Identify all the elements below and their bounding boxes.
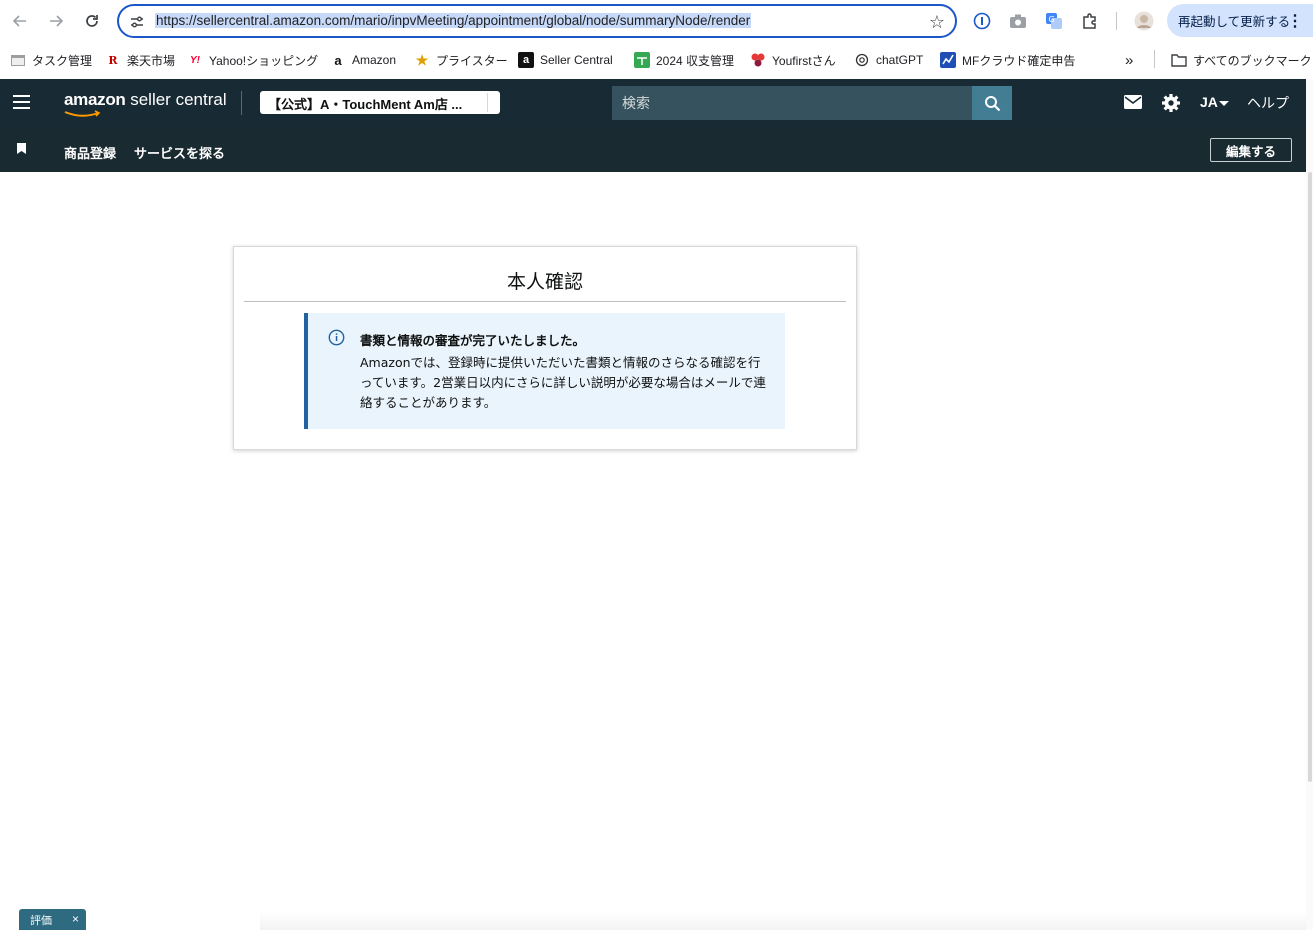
bookmark-amazon[interactable]: a Amazon xyxy=(330,51,396,69)
bottom-fade xyxy=(260,912,1306,930)
bookmarks-divider xyxy=(1154,50,1155,68)
svg-text:G: G xyxy=(1049,15,1055,24)
bookmark-yahoo[interactable]: Y! Yahoo!ショッピング xyxy=(187,51,318,69)
nav-add-product[interactable]: 商品登録 xyxy=(64,143,116,162)
gear-icon[interactable] xyxy=(1161,93,1181,113)
toolbar-divider xyxy=(1116,12,1117,30)
openai-icon xyxy=(854,52,870,68)
yahoo-icon: Y! xyxy=(190,54,200,66)
search-button[interactable] xyxy=(972,86,1012,120)
bookmark-label: プライスター xyxy=(436,53,508,68)
alert-body: Amazonでは、登録時に提供いただいた書類と情報のさらなる確認を行っています。… xyxy=(360,355,766,410)
bookmark-star-icon[interactable]: ☆ xyxy=(929,12,945,33)
back-arrow-icon[interactable] xyxy=(8,9,32,33)
info-icon xyxy=(328,329,345,346)
bookmark-mf[interactable]: MFクラウド確定申告 xyxy=(940,51,1075,69)
amazon-smile-icon xyxy=(64,110,101,117)
seller-central-logo[interactable]: amazon seller central xyxy=(64,90,227,110)
secondary-nav: 商品登録 サービスを探る 編集する xyxy=(0,127,1306,172)
alert-heading: 書類と情報の審査が完了いたしました。 xyxy=(360,333,586,348)
bookmark-task[interactable]: タスク管理 xyxy=(10,51,92,69)
search-input[interactable]: 検索 xyxy=(612,86,972,120)
bookmark-sheet[interactable]: 2024 収支管理 xyxy=(634,51,734,69)
restart-update-label: 再起動して更新する xyxy=(1178,15,1291,29)
more-vert-icon[interactable]: ⋮ xyxy=(1287,11,1303,31)
bookmarks-overflow-icon[interactable]: » xyxy=(1125,51,1133,69)
profile-avatar[interactable] xyxy=(1133,10,1155,32)
scrollbar-thumb[interactable] xyxy=(1308,172,1312,782)
nav-explore-services[interactable]: サービスを探る xyxy=(134,143,225,162)
all-bookmarks-label: すべてのブックマーク xyxy=(1193,53,1312,68)
caret-down-icon[interactable] xyxy=(1219,101,1229,106)
help-link[interactable]: ヘルプ xyxy=(1247,93,1289,113)
header-divider xyxy=(241,91,242,115)
mail-icon[interactable] xyxy=(1124,94,1142,110)
bookmark-label: 2024 収支管理 xyxy=(656,53,735,68)
star-icon: ★ xyxy=(415,51,429,68)
calendar-icon xyxy=(10,52,26,68)
seller-central-header: amazon seller central 【公式】A・TouchMent Am… xyxy=(0,79,1306,127)
address-bar[interactable]: https://sellercentral.amazon.com/mario/i… xyxy=(117,4,957,38)
bookmark-label: Youfirstさん xyxy=(772,53,836,68)
language-selector[interactable]: JA xyxy=(1200,94,1218,110)
bookmark-label: chatGPT xyxy=(876,53,924,67)
all-bookmarks-folder[interactable]: すべてのブックマーク xyxy=(1171,51,1312,69)
bookmark-label: Yahoo!ショッピング xyxy=(209,53,319,68)
menu-hamburger-icon[interactable] xyxy=(13,95,30,109)
password-manager-icon[interactable] xyxy=(971,10,993,32)
reload-icon[interactable] xyxy=(80,9,104,33)
feedback-tab[interactable]: 評価 × xyxy=(19,909,86,930)
flower-icon xyxy=(750,52,766,68)
translate-icon[interactable]: G xyxy=(1043,10,1065,32)
close-icon[interactable]: × xyxy=(72,912,79,926)
bookmark-label: 楽天市場 xyxy=(127,53,176,68)
bookmark-label: タスク管理 xyxy=(32,53,93,68)
bookmark-chatgpt[interactable]: chatGPT xyxy=(854,51,923,69)
sheets-icon xyxy=(634,52,650,68)
info-alert: 書類と情報の審査が完了いたしました。 Amazonでは、登録時に提供いただいた書… xyxy=(304,313,785,429)
camera-icon[interactable] xyxy=(1007,10,1029,32)
bookmark-pricestar[interactable]: ★ プライスター xyxy=(414,51,508,69)
bookmarks-bar: タスク管理 R 楽天市場 Y! Yahoo!ショッピング a Amazon ★ … xyxy=(0,42,1313,78)
url-text[interactable]: https://sellercentral.amazon.com/mario/i… xyxy=(155,13,752,28)
bookmark-youfirst[interactable]: Youfirstさん xyxy=(750,51,836,69)
amazon-a-icon: a xyxy=(518,52,534,68)
folder-icon xyxy=(1171,52,1187,68)
card-title: 本人確認 xyxy=(506,271,583,293)
logo-amazon-text: amazon xyxy=(64,90,126,109)
card-divider xyxy=(244,301,846,302)
bookmark-seller-central[interactable]: a Seller Central xyxy=(518,51,613,69)
site-settings-icon[interactable] xyxy=(129,14,145,30)
search-icon xyxy=(984,95,1000,111)
amazon-icon: a xyxy=(334,52,342,68)
edit-button[interactable]: 編集する xyxy=(1210,138,1292,162)
bookmark-label: Amazon xyxy=(352,53,397,67)
rakuten-icon: R xyxy=(108,53,118,67)
bookmark-label: Seller Central xyxy=(540,53,613,67)
store-selector[interactable]: 【公式】A・TouchMent Am店 ... xyxy=(260,91,500,114)
restart-update-button[interactable]: 再起動して更新する ⋮ xyxy=(1167,4,1313,37)
feedback-label: 評価 xyxy=(30,914,52,927)
bookmark-icon[interactable] xyxy=(17,143,26,154)
mf-icon xyxy=(940,52,956,68)
forward-arrow-icon[interactable] xyxy=(44,9,68,33)
browser-toolbar: https://sellercentral.amazon.com/mario/i… xyxy=(0,0,1313,42)
logo-seller-central-text: seller central xyxy=(125,90,227,109)
bookmark-rakuten[interactable]: R 楽天市場 xyxy=(105,51,175,69)
identity-verification-card: 本人確認 書類と情報の審査が完了いたしました。 Amazonでは、登録時に提供い… xyxy=(233,246,857,450)
extensions-puzzle-icon[interactable] xyxy=(1079,10,1101,32)
bookmark-label: MFクラウド確定申告 xyxy=(962,53,1076,68)
